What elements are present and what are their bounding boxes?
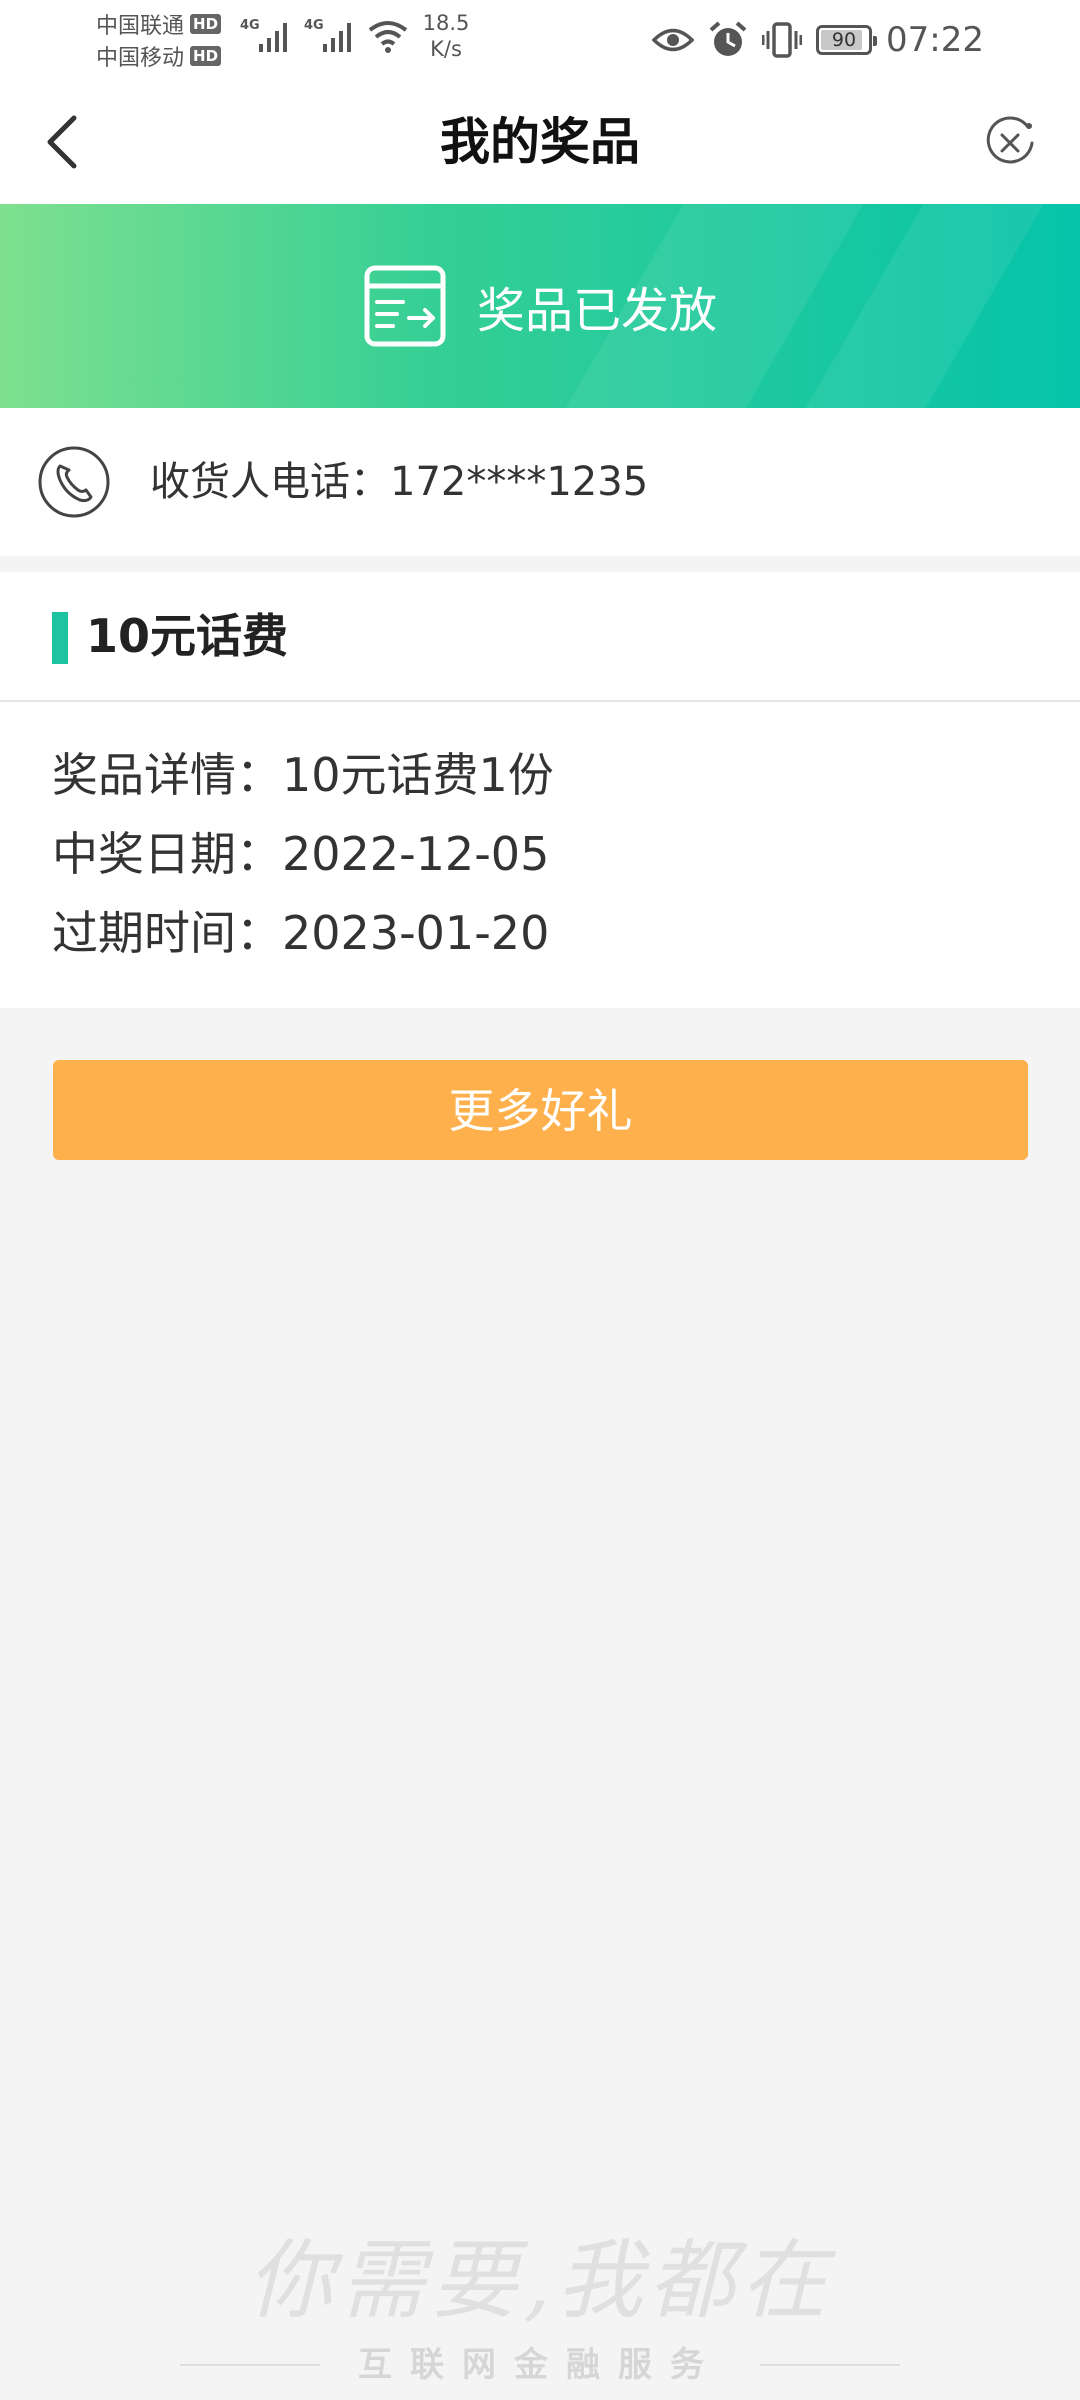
battery-level: 90 <box>831 29 857 51</box>
status-bar: 中国联通 HD 中国移动 HD 4G 4G 18.5 K/s 90 07:22 <box>0 0 1080 80</box>
banner-content: 奖品已发放 <box>0 204 1080 408</box>
status-indicators: 90 07:22 <box>652 16 984 64</box>
prize-card: 10元话费 奖品详情：10元话费1份 中奖日期：2022-12-05 过期时间：… <box>0 572 1080 1008</box>
signal-icon <box>323 23 351 52</box>
delivered-card-icon <box>364 265 446 347</box>
banner-status-text: 奖品已发放 <box>476 283 717 339</box>
prize-title: 10元话费 <box>86 609 289 663</box>
close-circle-icon <box>986 116 1034 164</box>
title-accent-bar <box>52 612 68 664</box>
carrier-row-2: 中国移动 HD <box>96 40 236 72</box>
network-speed-value: 18.5 <box>422 11 470 35</box>
vibrate-icon <box>762 22 803 58</box>
prize-card-header: 10元话费 <box>0 572 1080 702</box>
footer-slogan: 你需要,我都在 <box>247 2231 833 2331</box>
recipient-phone-text: 收货人电话：172****1235 <box>150 459 649 505</box>
detail-value: 2022-12-05 <box>282 827 550 881</box>
detail-label: 中奖日期： <box>52 827 282 881</box>
eye-icon <box>652 28 695 52</box>
detail-label: 奖品详情： <box>52 748 282 802</box>
alarm-icon <box>709 21 747 56</box>
hd-badge-2: HD <box>190 46 222 66</box>
detail-value: 2023-01-20 <box>282 906 550 960</box>
prize-details: 奖品详情：10元话费1份 中奖日期：2022-12-05 过期时间：2023-0… <box>52 736 554 973</box>
detail-row-expiry-date: 过期时间：2023-01-20 <box>52 894 554 973</box>
status-time: 07:22 <box>886 20 984 60</box>
carrier-info: 中国联通 HD 中国移动 HD <box>96 8 236 72</box>
network-type-label-1: 4G <box>240 18 260 33</box>
nav-bar: 我的奖品 <box>0 80 1080 204</box>
carrier-name-2: 中国移动 <box>96 46 185 71</box>
carrier-row-1: 中国联通 HD <box>96 8 236 40</box>
detail-value: 10元话费1份 <box>282 748 554 802</box>
detail-label: 过期时间： <box>52 906 282 960</box>
battery-icon: 90 <box>816 25 878 55</box>
network-speed-unit: K/s <box>430 37 462 61</box>
detail-row-prize-info: 奖品详情：10元话费1份 <box>52 736 554 815</box>
network-type-label-2: 4G <box>304 18 324 33</box>
footer-watermark: 你需要,我都在 <box>0 2210 1080 2335</box>
footer-tagline: 互联网金融服务 <box>358 2345 722 2385</box>
recipient-phone-row: 收货人电话：172****1235 <box>0 408 1080 556</box>
wifi-icon <box>368 21 408 53</box>
prize-status-banner: 奖品已发放 <box>0 204 1080 408</box>
phone-icon <box>38 446 110 518</box>
network-speed: 18.5 K/s <box>416 10 476 62</box>
hd-badge-1: HD <box>190 14 222 34</box>
footer-tagline-row: 互联网金融服务 <box>0 2340 1080 2390</box>
close-button[interactable] <box>980 113 1040 173</box>
detail-row-win-date: 中奖日期：2022-12-05 <box>52 815 554 894</box>
carrier-name-1: 中国联通 <box>96 14 185 39</box>
more-gifts-button[interactable]: 更多好礼 <box>53 1060 1028 1160</box>
page-title: 我的奖品 <box>440 113 640 171</box>
battery-cap <box>873 36 878 46</box>
signal-icon <box>259 23 287 52</box>
